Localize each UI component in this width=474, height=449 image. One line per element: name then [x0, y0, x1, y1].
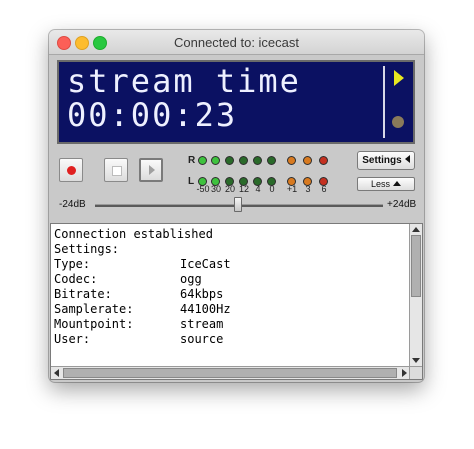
log-key: User:: [54, 332, 91, 346]
log-line: Settings:: [54, 242, 120, 256]
led-l-6: [267, 177, 276, 186]
log-value: 64kbps: [180, 287, 224, 301]
log-line: Samplerate: 44100Hz: [54, 302, 231, 317]
log-textarea[interactable]: Connection established Settings: Type: Ic…: [50, 223, 423, 380]
vertical-scrollbar[interactable]: [409, 224, 422, 366]
status-dot-icon: [392, 116, 404, 128]
lcd-display: stream time 00:00:23: [57, 60, 415, 144]
meter-right-label: R: [188, 155, 196, 166]
stop-button[interactable]: [104, 158, 128, 182]
led-l-1: [198, 177, 207, 186]
horizontal-scroll-thumb[interactable]: [63, 368, 397, 378]
settings-button[interactable]: Settings: [357, 151, 415, 170]
arrow-up-icon: [393, 181, 401, 186]
log-line: Mountpoint: stream: [54, 317, 231, 332]
less-button[interactable]: Less: [357, 177, 415, 191]
log-key: Codec:: [54, 272, 98, 286]
led-l-4: [239, 177, 248, 186]
scroll-left-icon[interactable]: [54, 369, 59, 377]
play-indicator-icon: [394, 70, 404, 86]
log-value: 44100Hz: [180, 302, 231, 316]
log-line: Codec: ogg: [54, 272, 231, 287]
settings-button-label: Settings: [362, 155, 402, 166]
led-l-5: [253, 177, 262, 186]
display-line-1: stream time: [67, 62, 301, 100]
play-icon: [149, 165, 155, 175]
log-key: Bitrate:: [54, 287, 112, 301]
log-line: Connection established: [54, 227, 213, 241]
scroll-up-icon[interactable]: [412, 227, 420, 232]
stop-icon: [112, 166, 122, 176]
log-line: Type: IceCast: [54, 257, 231, 272]
scroll-down-icon[interactable]: [412, 358, 420, 363]
log-line: Bitrate: 64kbps: [54, 287, 231, 302]
log-key: Mountpoint:: [54, 317, 134, 331]
darkice-window: Connected to: icecast stream time 00:00:…: [49, 30, 424, 382]
log-key: Samplerate:: [54, 302, 134, 316]
title-bar[interactable]: Connected to: icecast: [49, 30, 424, 55]
display-line-2: 00:00:23: [67, 96, 238, 134]
gain-min-label: -24dB: [59, 199, 86, 210]
log-value: source: [180, 332, 224, 346]
horizontal-scrollbar[interactable]: [51, 366, 410, 379]
led-l-2: [211, 177, 220, 186]
log-value: IceCast: [180, 257, 231, 271]
led-l-9: [319, 177, 328, 186]
log-key: Type:: [54, 257, 91, 271]
record-icon: [67, 166, 76, 175]
log-value: stream: [180, 317, 224, 331]
led-l-8: [303, 177, 312, 186]
scroll-right-icon[interactable]: [402, 369, 407, 377]
led-r-6: [267, 156, 276, 165]
led-r-9: [319, 156, 328, 165]
gain-max-label: +24dB: [387, 199, 417, 210]
led-r-7: [287, 156, 296, 165]
led-r-4: [239, 156, 248, 165]
arrow-left-icon: [404, 155, 410, 163]
led-r-2: [211, 156, 220, 165]
vertical-scroll-thumb[interactable]: [411, 235, 421, 297]
led-r-8: [303, 156, 312, 165]
log-content: Connection established Settings: Type: Ic…: [54, 227, 231, 347]
log-value: ogg: [180, 272, 202, 286]
play-button[interactable]: [139, 158, 163, 182]
record-button[interactable]: [59, 158, 83, 182]
led-l-7: [287, 177, 296, 186]
log-line: User: source: [54, 332, 231, 347]
window-title: Connected to: icecast: [173, 35, 300, 50]
led-r-5: [253, 156, 262, 165]
gain-slider-thumb[interactable]: [234, 197, 242, 212]
meter-left-label: L: [188, 176, 195, 187]
led-r-1: [198, 156, 207, 165]
led-l-3: [225, 177, 234, 186]
less-button-label: Less: [370, 179, 390, 189]
display-divider: [383, 66, 385, 138]
scroll-corner: [409, 366, 422, 379]
led-r-3: [225, 156, 234, 165]
